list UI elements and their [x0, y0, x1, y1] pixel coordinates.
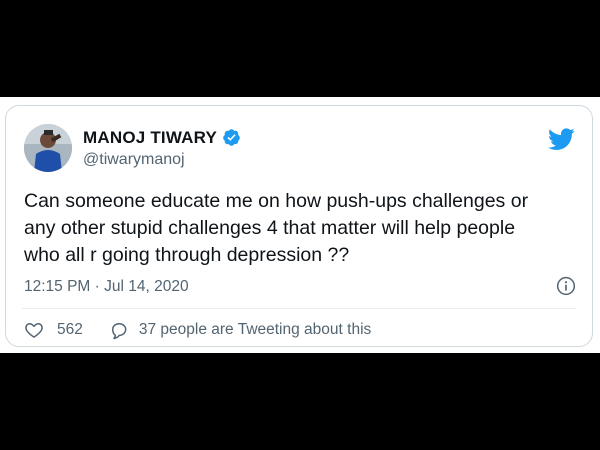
tweet-card-background: MANOJ TIWARY @tiwarymanoj Can someone ed…: [0, 97, 600, 353]
tweet-text-line: Can someone educate me on how push-ups c…: [24, 190, 529, 212]
discussion-link[interactable]: 37 people are Tweeting about this: [109, 320, 371, 340]
handle[interactable]: @tiwarymanoj: [83, 151, 241, 169]
display-name[interactable]: MANOJ TIWARY: [83, 128, 217, 148]
avatar[interactable]: [24, 124, 72, 172]
tweet-text-line: who all r going through depression ??: [24, 244, 350, 266]
tweet-timestamp[interactable]: 12:15 PM · Jul 14, 2020: [24, 278, 189, 296]
discussion-label: 37 people are Tweeting about this: [138, 321, 372, 338]
avatar-photo: [24, 124, 72, 172]
tweet-embed[interactable]: MANOJ TIWARY @tiwarymanoj Can someone ed…: [5, 105, 593, 347]
speech-bubble-icon: [111, 323, 127, 340]
tweet-text-line: any other stupid challenges 4 that matte…: [24, 217, 516, 239]
tweet-header: MANOJ TIWARY @tiwarymanoj: [24, 122, 241, 174]
like-button[interactable]: 562: [24, 320, 83, 340]
screenshot-frame: MANOJ TIWARY @tiwarymanoj Can someone ed…: [0, 0, 600, 450]
verified-badge-icon: [223, 129, 240, 146]
heart-icon: [25, 323, 43, 338]
info-icon[interactable]: [556, 276, 576, 296]
like-count: 562: [57, 321, 83, 338]
tweet-text: Can someone educate me on how push-ups c…: [24, 188, 584, 269]
author-info: MANOJ TIWARY @tiwarymanoj: [83, 128, 241, 169]
name-row: MANOJ TIWARY: [83, 128, 241, 148]
divider: [22, 308, 576, 309]
tweet-actions: 562 37 people are Tweeting about this: [24, 320, 371, 340]
twitter-bird-icon[interactable]: [548, 128, 575, 151]
